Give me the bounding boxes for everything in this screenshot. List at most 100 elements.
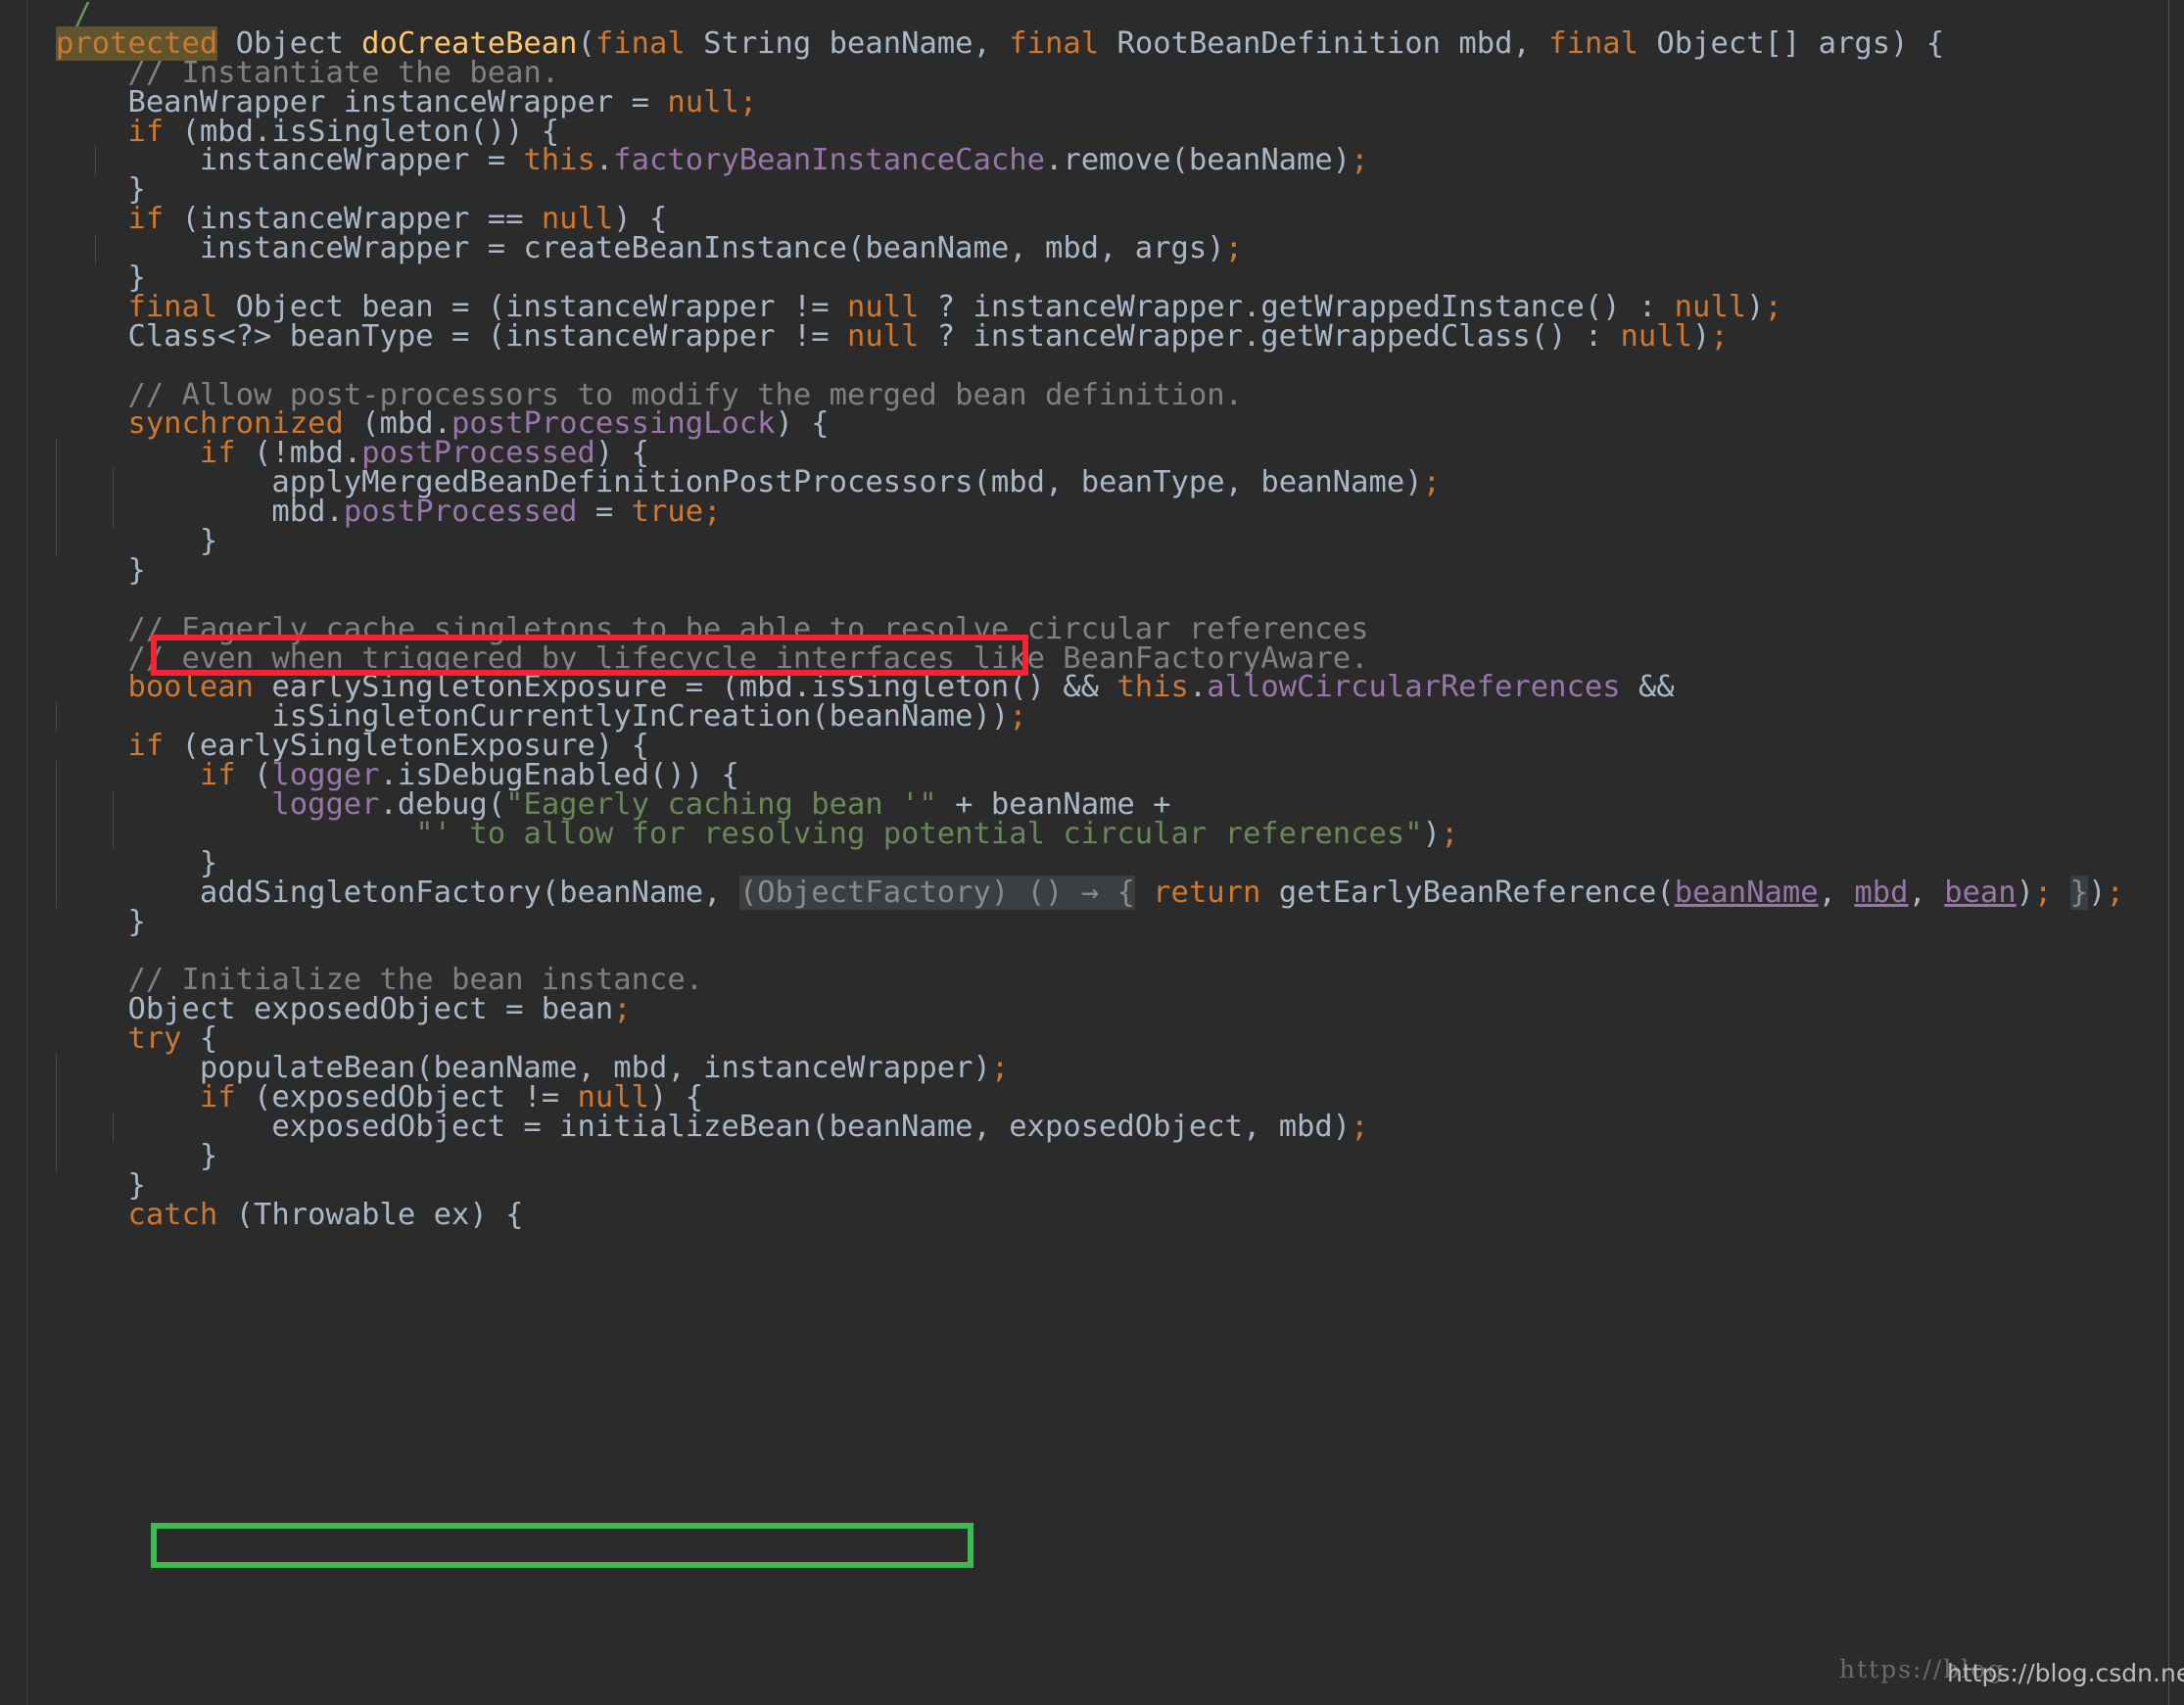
code-line[interactable]: // Instantiate the bean. [0,59,2184,88]
code-line[interactable]: if (!mbd.postProcessed) { [0,439,2184,468]
code-token: ? instanceWrapper.getWrappedClass() : [919,319,1620,354]
code-line[interactable] [0,352,2184,381]
code-token: ; [2107,876,2124,910]
code-token: , [1908,876,1925,910]
code-token: ; [1351,143,1368,177]
code-line[interactable] [0,937,2184,967]
code-token: String beanName [686,26,973,61]
code-token [56,1198,127,1232]
code-line[interactable]: Object exposedObject = bean; [0,995,2184,1024]
code-token: ; [1765,290,1782,324]
code-token: RootBeanDefinition mbd [1099,26,1512,61]
code-line[interactable]: if (earlySingletonExposure) { [0,732,2184,761]
code-token: ; [991,1051,1009,1085]
code-line[interactable]: exposedObject = initializeBean(beanName,… [0,1113,2184,1142]
code-line[interactable]: } [0,1171,2184,1201]
code-token: . [1189,670,1207,704]
code-line[interactable]: protected Object doCreateBean(final Stri… [0,29,2184,59]
indent-guide [56,439,57,468]
code-token [1135,876,1153,910]
code-line[interactable]: applyMergedBeanDefinitionPostProcessors(… [0,468,2184,497]
indent-guide [113,497,114,527]
code-token: this [1116,670,1188,704]
code-token: final [1009,26,1099,61]
code-editor[interactable]: /protected Object doCreateBean(final Str… [0,0,2184,1705]
code-token: , [1819,876,1836,910]
code-token: && [1621,670,1675,704]
code-line[interactable] [0,586,2184,615]
code-line[interactable]: } [0,175,2184,205]
indent-guide [56,497,57,527]
code-line[interactable]: catch (Throwable ex) { [0,1201,2184,1230]
indent-guide [56,1083,57,1113]
code-token: , [973,26,991,61]
watermark-blog-url: https://blog.csdn.net/qq_36968950 [1947,1659,2184,1687]
code-line[interactable]: } [0,908,2184,937]
code-line[interactable]: boolean earlySingletonExposure = (mbd.is… [0,673,2184,702]
code-line[interactable]: if (exposedObject != null) { [0,1083,2184,1113]
code-token: Class<?> beanType = (instanceWrapper != [56,319,847,354]
code-line[interactable]: populateBean(beanName, mbd, instanceWrap… [0,1054,2184,1083]
code-line[interactable]: "' to allow for resolving potential circ… [0,820,2184,849]
code-line[interactable]: / [0,0,2184,29]
code-line[interactable]: // Eagerly cache singletons to be able t… [0,615,2184,644]
code-token: , [1243,1110,1260,1144]
code-token: ; [1351,1110,1368,1144]
indent-guide [56,1054,57,1083]
code-line[interactable]: synchronized (mbd.postProcessingLock) { [0,409,2184,439]
code-content[interactable]: /protected Object doCreateBean(final Str… [0,0,2184,1229]
code-token: ) [1423,817,1441,851]
indent-guide [56,761,57,790]
code-line[interactable]: } [0,263,2184,293]
code-token [1531,26,1548,61]
code-line[interactable]: try { [0,1024,2184,1054]
code-token: instanceWrapper = createBeanInstance(bea… [56,231,1009,265]
code-token: ) [1692,319,1710,354]
code-line[interactable]: instanceWrapper = createBeanInstance(bea… [0,234,2184,263]
code-token: this [523,143,594,177]
code-line[interactable]: instanceWrapper = this.factoryBeanInstan… [0,146,2184,175]
indent-guide [56,468,57,497]
code-line[interactable]: BeanWrapper instanceWrapper = null; [0,88,2184,118]
code-line[interactable]: if (mbd.isSingleton()) { [0,118,2184,147]
code-line[interactable]: } [0,556,2184,586]
code-token: null [667,85,738,119]
code-line[interactable]: addSingletonFactory(beanName, (ObjectFac… [0,878,2184,908]
code-line[interactable]: // Allow post-processors to modify the m… [0,381,2184,410]
code-line[interactable]: } [0,527,2184,556]
code-token: } [2070,876,2088,910]
code-token: ; [1441,817,1458,851]
code-line[interactable]: logger.debug("Eagerly caching bean '" + … [0,790,2184,820]
code-token: Object[] args) { [1638,26,1944,61]
code-token: mbd) [1260,1110,1351,1144]
code-line[interactable]: isSingletonCurrentlyInCreation(beanName)… [0,702,2184,732]
watermark-blog-url-serif: https://blog [1839,1655,2005,1683]
indent-guide [56,702,57,732]
code-token: , [1099,231,1116,265]
code-line[interactable]: // Initialize the bean instance. [0,966,2184,995]
code-line[interactable]: mbd.postProcessed = true; [0,497,2184,527]
indent-guide [56,878,57,908]
code-line[interactable]: if (logger.isDebugEnabled()) { [0,761,2184,790]
code-token [649,85,667,119]
code-line[interactable]: // even when triggered by lifecycle inte… [0,644,2184,674]
code-token: beanName) [1243,465,1423,499]
code-token: instanceWrapper) [686,1051,991,1085]
code-token: mbd [1854,876,1908,910]
code-token: , [1225,465,1243,499]
indent-guide [56,1142,57,1171]
code-token: return [1153,876,1260,910]
code-line[interactable]: } [0,1142,2184,1171]
code-token: factoryBeanInstanceCache [613,143,1045,177]
code-token: .remove(beanName) [1045,143,1351,177]
indent-guide [56,527,57,556]
code-line[interactable]: final Object bean = (instanceWrapper != … [0,293,2184,322]
indent-guide [56,790,57,820]
code-token: beanType [1063,465,1224,499]
code-line[interactable]: if (instanceWrapper == null) { [0,205,2184,234]
code-token: null [1621,319,1692,354]
code-line[interactable]: Class<?> beanType = (instanceWrapper != … [0,322,2184,352]
code-token: ; [703,495,721,529]
code-token: args) [1116,231,1224,265]
code-line[interactable]: } [0,849,2184,878]
